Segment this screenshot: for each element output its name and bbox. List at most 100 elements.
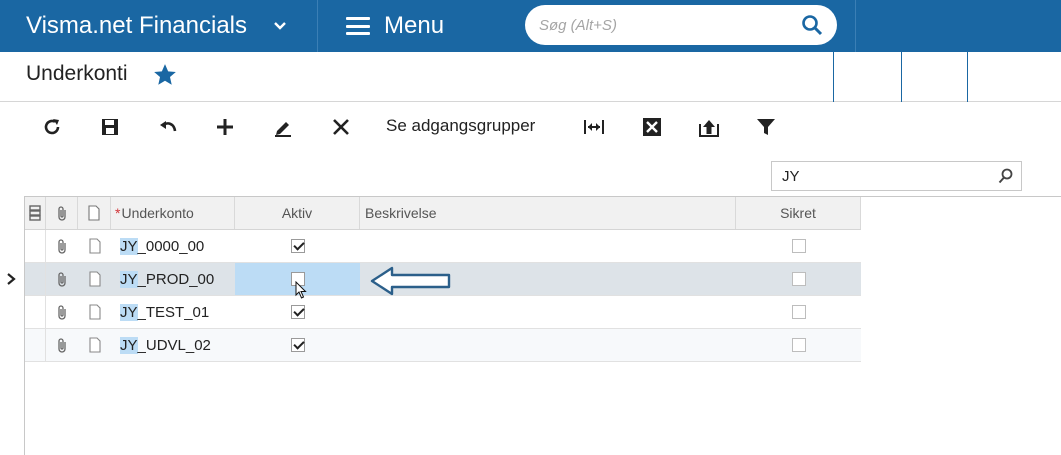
filter-input[interactable] [772,162,982,190]
note-icon [88,271,101,287]
row-notes[interactable] [78,329,111,361]
save-icon [102,119,118,135]
delete-icon [333,119,349,135]
add-button[interactable] [211,113,239,141]
page-title: Underkonti [26,62,128,85]
secured-checkbox[interactable] [791,272,806,286]
search-match-highlight: JY [120,237,138,255]
search-icon[interactable] [801,14,823,36]
grid-header: * Underkonto Aktiv Beskrivelse Sikret [25,197,861,230]
cell-subaccount[interactable]: JY _TEST_01 [111,296,235,328]
secured-checkbox[interactable] [791,239,806,253]
row-files[interactable] [46,296,78,328]
edit-icon [275,122,291,137]
cell-subaccount[interactable]: JY _0000_00 [111,230,235,262]
row-files[interactable] [46,263,78,295]
row-selector-header[interactable] [25,197,46,229]
search-input[interactable] [539,16,789,34]
note-icon [88,238,101,254]
toolbar: Se adgangsgrupper [0,103,1061,149]
row-selector[interactable] [25,230,46,262]
table-row[interactable]: JY _UDVL_02 [25,329,861,362]
top-bar-right [855,0,1061,52]
files-header [46,197,78,229]
col-description[interactable]: Beskrivelse [360,197,736,229]
fit-columns-button[interactable] [580,113,608,141]
app-brand[interactable]: Visma.net Financials [0,0,318,52]
row-notes[interactable] [78,230,111,262]
secured-checkbox[interactable] [791,338,806,352]
col-active[interactable]: Aktiv [235,197,360,229]
row-selector[interactable] [25,329,46,361]
refresh-icon [44,119,60,135]
header-separator [901,52,902,102]
star-icon[interactable] [152,62,178,88]
col-description-label: Beskrivelse [365,205,437,221]
row-indicator-strip [0,229,24,455]
paperclip-icon [58,338,66,353]
note-icon [88,205,100,221]
subaccount-grid: * Underkonto Aktiv Beskrivelse Sikret JY… [24,196,1061,455]
cell-secured[interactable] [736,263,861,295]
undo-icon [160,121,177,132]
table-row[interactable]: JY _0000_00 [25,230,861,263]
upload-icon [699,120,719,137]
header-separator [967,52,968,102]
cell-description[interactable] [360,230,736,262]
row-files[interactable] [46,329,78,361]
undo-button[interactable] [154,113,182,141]
cell-active[interactable] [235,230,360,262]
col-subaccount[interactable]: * Underkonto [111,197,235,229]
hamburger-icon [346,17,370,35]
subaccount-rest: _PROD_00 [137,270,215,288]
cell-active[interactable] [235,296,360,328]
subaccount-rest: _TEST_01 [137,303,210,321]
refresh-button[interactable] [38,113,66,141]
table-row[interactable]: JY _TEST_01 [25,296,861,329]
subaccount-rest: _0000_00 [137,237,205,255]
cell-secured[interactable] [736,230,861,262]
row-selector[interactable] [25,263,46,295]
note-icon [88,304,101,320]
top-bar: Visma.net Financials Menu [0,0,1061,52]
grid-filter[interactable] [771,161,1022,191]
upload-button[interactable] [695,113,723,141]
cell-description[interactable] [360,329,736,361]
header-separator [833,52,834,102]
col-active-label: Aktiv [281,205,313,221]
row-files[interactable] [46,230,78,262]
search-icon[interactable] [997,167,1015,185]
row-selector[interactable] [25,296,46,328]
excel-export-icon [643,118,661,136]
export-excel-button[interactable] [638,113,666,141]
paperclip-icon [58,305,66,320]
edit-button[interactable] [269,113,297,141]
row-selector-icon [29,205,41,221]
mouse-cursor-icon [295,281,307,299]
secured-checkbox[interactable] [791,305,806,319]
global-search[interactable] [525,5,837,45]
access-groups-button[interactable]: Se adgangsgrupper [386,116,535,136]
row-notes[interactable] [78,263,111,295]
col-secured[interactable]: Sikret [736,197,861,229]
cell-active[interactable] [235,329,360,361]
active-checkbox[interactable] [290,239,305,253]
cell-secured[interactable] [736,296,861,328]
search-match-highlight: JY [120,270,138,288]
menu-button[interactable]: Menu [318,0,518,52]
row-notes[interactable] [78,296,111,328]
delete-button[interactable] [327,113,355,141]
chevron-right-icon [7,273,16,285]
subaccount-rest: _UDVL_02 [137,336,211,354]
active-checkbox[interactable] [290,305,305,319]
save-button[interactable] [96,113,124,141]
active-checkbox[interactable] [290,338,305,352]
fit-columns-icon [584,120,604,134]
arrow-left-icon [370,266,451,296]
cell-secured[interactable] [736,329,861,361]
cell-subaccount[interactable]: JY _PROD_00 [111,263,235,295]
page-header: Underkonti [0,52,1061,102]
cell-subaccount[interactable]: JY _UDVL_02 [111,329,235,361]
filter-button[interactable] [752,113,780,141]
cell-description[interactable] [360,296,736,328]
